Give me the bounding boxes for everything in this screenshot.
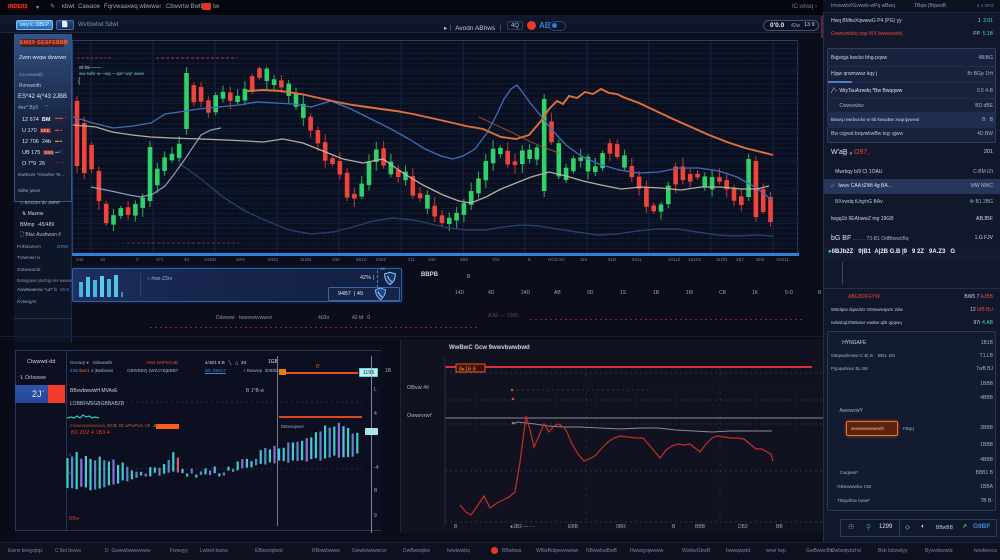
svg-text:ww·twbr·w—wq·—qw* wq* www: ww·twbr·w—wq·—qw* wq* www bbox=[79, 71, 145, 76]
svg-text:{: { bbox=[78, 78, 81, 85]
svg-text:B▸1B·B: B▸1B·B bbox=[459, 367, 477, 373]
